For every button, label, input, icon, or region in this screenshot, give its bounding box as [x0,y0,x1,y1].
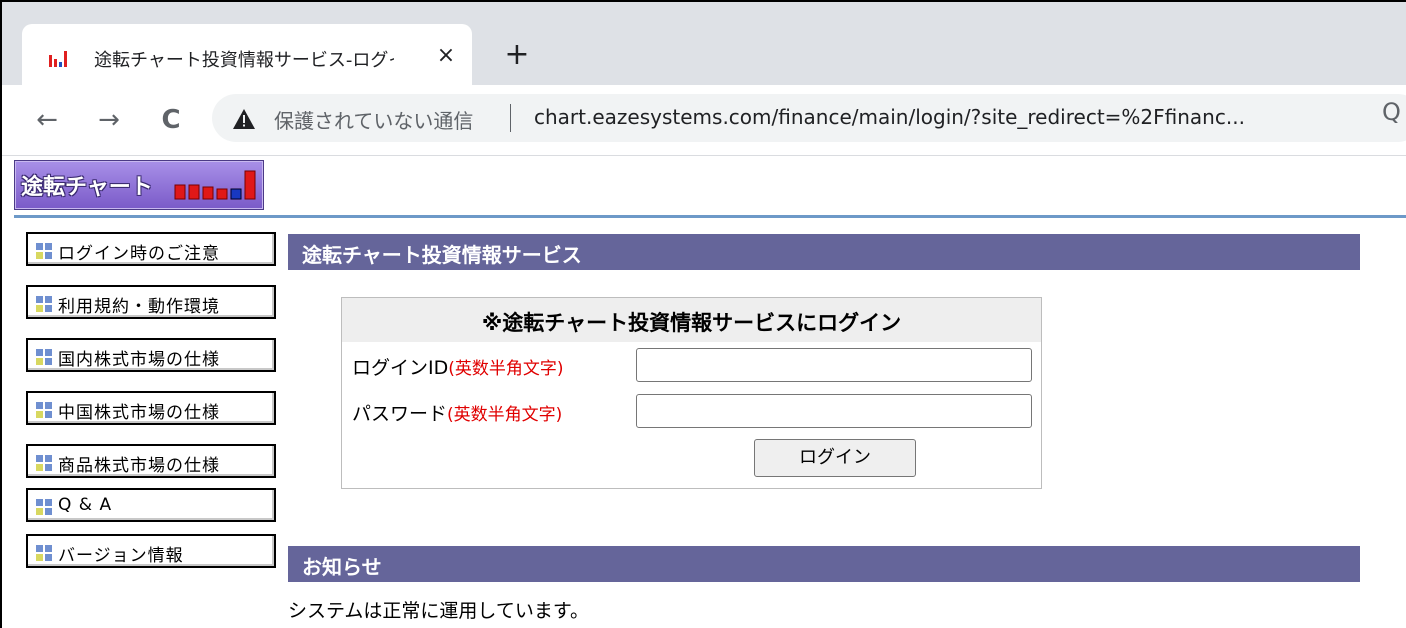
sidebar-item-login-notes[interactable]: ログイン時のご注意 [26,232,276,266]
forward-icon[interactable]: → [92,103,126,137]
login-id-input[interactable] [636,348,1032,382]
sidebar-item-label: Q & A [58,495,113,515]
sidebar-item-terms[interactable]: 利用規約・動作環境 [26,285,276,319]
login-id-label: ログインID(英数半角文字) [352,353,564,380]
address-bar[interactable]: 保護されていない通信 chart.eazesystems.com/finance… [212,94,1406,142]
grid-squares-icon [36,545,52,561]
login-form: ※途転チャート投資情報サービスにログイン ログインID(英数半角文字) パスワー… [341,297,1042,489]
browser-toolbar: ← → C 保護されていない通信 chart.eazesystems.com/f… [2,85,1406,156]
omnibox-separator [510,104,511,132]
logo-text: 途転チャート [21,175,153,200]
notice-header: お知らせ [288,546,1360,582]
sidebar-item-label: 利用規約・動作環境 [58,297,220,317]
browser-tab[interactable]: 途転チャート投資情報サービス-ログイン × [22,24,472,87]
logo-bars-icon [174,170,256,200]
back-icon[interactable]: ← [30,103,64,137]
login-form-header: ※途転チャート投資情報サービスにログイン [342,298,1041,342]
sidebar-item-version[interactable]: バージョン情報 [26,534,276,568]
notice-title: お知らせ [302,555,382,579]
grid-squares-icon [36,349,52,365]
password-label: パスワード(英数半角文字) [352,399,562,426]
login-id-label-text: ログインID [352,357,449,379]
chart-favicon-icon [49,51,67,67]
password-label-text: パスワード [352,403,448,425]
login-id-hint: (英数半角文字) [448,359,564,379]
sidebar-item-label: バージョン情報 [58,546,184,566]
sidebar-item-label: ログイン時のご注意 [58,244,220,264]
site-logo[interactable]: 途転チャート [14,160,264,210]
password-hint: (英数半角文字) [447,405,563,425]
security-status[interactable]: 保護されていない通信 [274,105,473,134]
password-input[interactable] [636,394,1032,428]
sidebar-item-qa[interactable]: Q & A [26,488,276,522]
sidebar-item-label: 中国株式市場の仕様 [58,403,220,423]
notice-text: システムは正常に運用しています。 [288,600,589,622]
tab-strip: 途転チャート投資情報サービス-ログイン × + [2,2,1406,87]
warning-icon [233,109,255,129]
sidebar-item-china-market[interactable]: 中国株式市場の仕様 [26,391,276,425]
section-header: 途転チャート投資情報サービス [288,234,1360,270]
header-divider [14,215,1406,218]
grid-squares-icon [36,402,52,418]
grid-squares-icon [36,243,52,259]
page-title: 途転チャート投資情報サービス [302,243,582,267]
sidebar-item-commodity-market[interactable]: 商品株式市場の仕様 [26,444,276,478]
grid-squares-icon [36,499,52,515]
sidebar-item-label: 国内株式市場の仕様 [58,350,220,370]
tab-title: 途転チャート投資情報サービス-ログイン [94,50,394,71]
url-text[interactable]: chart.eazesystems.com/finance/main/login… [534,105,1245,129]
sidebar-item-domestic-market[interactable]: 国内株式市場の仕様 [26,338,276,372]
tab-close-icon[interactable]: × [434,44,458,68]
grid-squares-icon [36,455,52,471]
sidebar-item-label: 商品株式市場の仕様 [58,456,220,476]
login-form-title: ※途転チャート投資情報サービスにログイン [481,311,902,335]
login-button[interactable]: ログイン [754,439,916,477]
new-tab-icon[interactable]: + [502,40,532,70]
grid-squares-icon [36,296,52,312]
reload-icon[interactable]: C [154,103,188,137]
zoom-icon[interactable]: Q [1382,98,1401,126]
